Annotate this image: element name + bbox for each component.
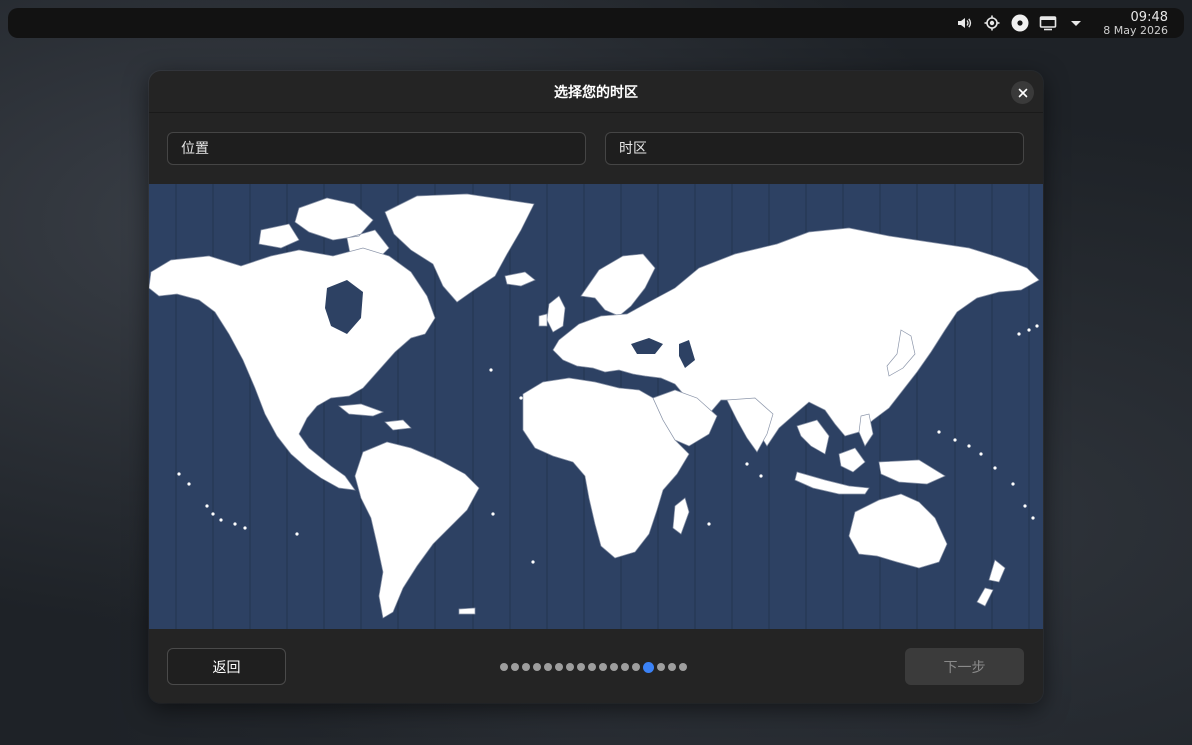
progress-dot — [522, 663, 530, 671]
brightness-icon[interactable] — [983, 14, 1001, 32]
timezone-dialog: 选择您的时区 位置 时区 返回 下一步 — [149, 71, 1043, 703]
progress-dot — [599, 663, 607, 671]
next-button[interactable]: 下一步 — [905, 648, 1024, 685]
clock[interactable]: 09:48 8 May 2026 — [1103, 11, 1168, 36]
location-input[interactable] — [167, 132, 586, 165]
volume-icon[interactable] — [955, 14, 973, 32]
world-map[interactable] — [149, 184, 1043, 629]
progress-dot — [533, 663, 541, 671]
progress-dot — [668, 663, 676, 671]
progress-dot — [566, 663, 574, 671]
clock-date: 8 May 2026 — [1103, 23, 1168, 37]
top-panel: 09:48 8 May 2026 — [8, 8, 1184, 38]
dialog-header: 选择您的时区 — [149, 71, 1043, 113]
progress-dot — [657, 663, 665, 671]
clock-time: 09:48 — [1130, 9, 1168, 25]
progress-dot — [610, 663, 618, 671]
progress-dot — [511, 663, 519, 671]
progress-dot — [588, 663, 596, 671]
system-tray: 09:48 8 May 2026 — [955, 11, 1168, 36]
progress-dot — [500, 663, 508, 671]
media-disc-icon[interactable] — [1011, 14, 1029, 32]
search-row — [167, 132, 1024, 165]
progress-dot — [632, 663, 640, 671]
land-antarctic-islands — [458, 607, 476, 615]
progress-dots — [500, 661, 687, 673]
progress-dot — [555, 663, 563, 671]
progress-dot-current — [643, 661, 654, 673]
progress-dot — [621, 663, 629, 671]
close-icon — [1018, 88, 1027, 97]
timezone-input[interactable] — [605, 132, 1024, 165]
display-icon[interactable] — [1039, 14, 1057, 32]
dialog-footer: 返回 下一步 — [149, 629, 1043, 703]
dropdown-arrow-icon[interactable] — [1067, 14, 1085, 32]
dialog-title: 选择您的时区 — [554, 84, 638, 101]
progress-dot — [544, 663, 552, 671]
progress-dot — [679, 663, 687, 671]
back-button[interactable]: 返回 — [167, 648, 286, 685]
progress-dot — [577, 663, 585, 671]
close-button[interactable] — [1011, 81, 1034, 104]
